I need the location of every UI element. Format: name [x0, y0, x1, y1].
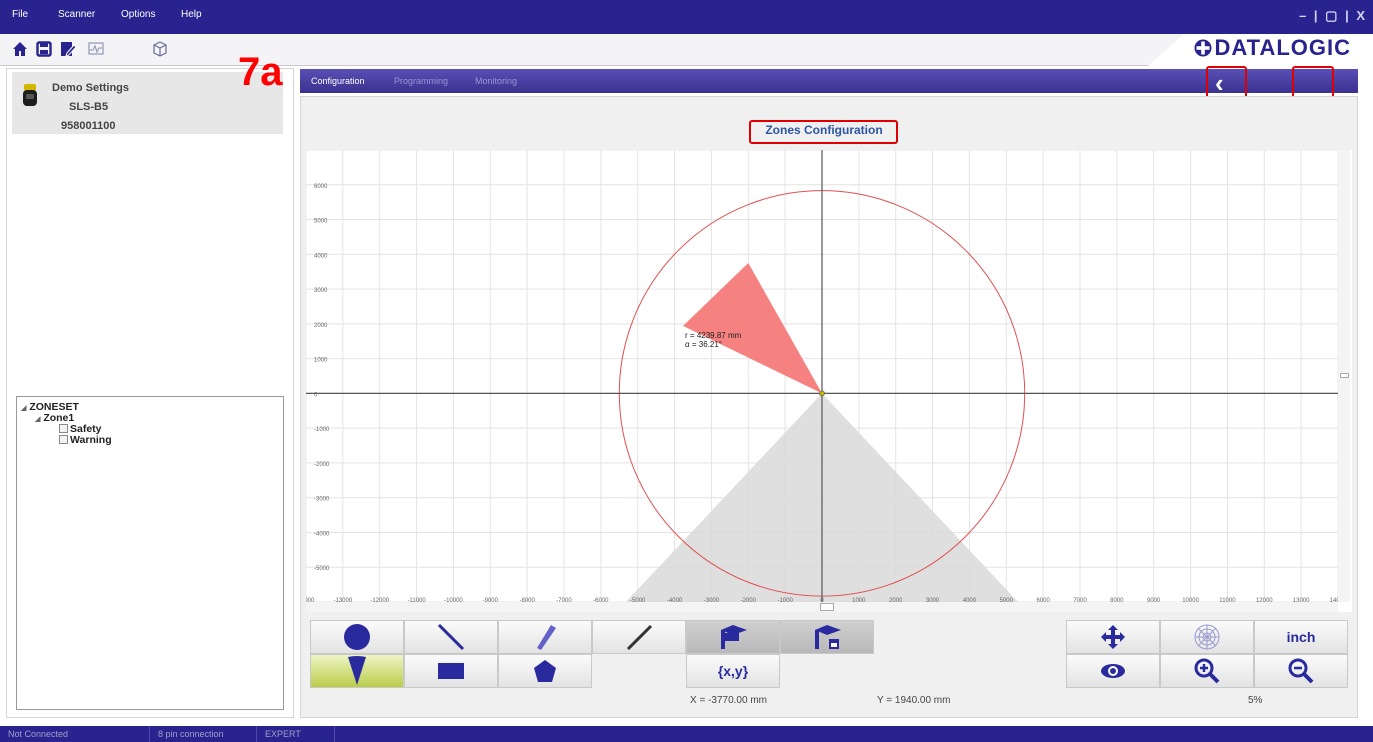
- web-grid-tool-button[interactable]: [1160, 620, 1254, 654]
- menu-help[interactable]: Help: [181, 9, 202, 20]
- pencil-tool-button[interactable]: [498, 620, 592, 654]
- device-model: SLS-B5: [69, 101, 109, 113]
- y-tick-label: 6000: [314, 184, 328, 190]
- flag-tool-button[interactable]: [686, 620, 780, 654]
- vertical-scrollbar[interactable]: [1338, 150, 1350, 602]
- pin-connection-status: 8 pin connection: [150, 726, 257, 742]
- y-tick-label: -5000: [314, 566, 330, 572]
- menu-scanner[interactable]: Scanner: [58, 9, 95, 20]
- tab-bar: Configuration Programming Monitoring: [300, 69, 1358, 93]
- y-tick-label: -4000: [314, 531, 330, 537]
- move-tool-button[interactable]: [1066, 620, 1160, 654]
- home-icon[interactable]: [10, 39, 30, 59]
- coordinates-tool-button[interactable]: {x,y}: [686, 654, 780, 688]
- y-tick-label: -2000: [314, 462, 330, 468]
- zones-configuration-title: Zones Configuration: [765, 123, 883, 137]
- save-icon[interactable]: [34, 39, 54, 59]
- vertical-scroll-thumb[interactable]: [1340, 373, 1349, 378]
- step-annotation-7a: 7a: [238, 50, 283, 94]
- sector-measure-label: r = 4239.87 mm: [685, 331, 742, 340]
- spider-web-icon: [1194, 624, 1220, 650]
- menu-bar: File Scanner Options Help – | ▢ | X: [0, 0, 1373, 34]
- inch-units-label: inch: [1286, 629, 1316, 645]
- zoom-level-readout: 5%: [1248, 695, 1263, 706]
- monitor-graph-icon[interactable]: [86, 39, 106, 59]
- flag-save-tool-button[interactable]: [780, 620, 874, 654]
- y-tick-label: 4000: [314, 253, 328, 259]
- zoom-in-icon: [1194, 658, 1220, 684]
- collapse-triangle-icon: ◢: [21, 405, 27, 412]
- cube-icon[interactable]: [150, 39, 170, 59]
- eye-icon: [1101, 664, 1125, 678]
- y-tick-label: -3000: [314, 497, 330, 503]
- connection-status: Not Connected: [0, 726, 150, 742]
- y-coordinate-readout: Y = 1940.00 mm: [877, 695, 951, 706]
- device-name: Demo Settings: [52, 82, 130, 94]
- edit-document-icon[interactable]: [58, 39, 78, 59]
- scanner-device-icon: [23, 84, 37, 106]
- x-coordinate-readout: X = -3770.00 mm: [690, 695, 767, 706]
- y-tick-label: 1000: [314, 358, 328, 364]
- safety-zone-sector: [683, 263, 822, 394]
- inch-units-button[interactable]: inch: [1254, 620, 1348, 654]
- move-arrows-icon: [1101, 625, 1125, 649]
- horizontal-scrollbar[interactable]: [306, 602, 1338, 612]
- back-icon[interactable]: ‹: [1215, 70, 1224, 96]
- zoom-out-button[interactable]: [1254, 654, 1348, 688]
- horizontal-scroll-thumb[interactable]: [820, 603, 834, 611]
- flag-tool-icon: [721, 625, 747, 649]
- line-tool-button[interactable]: [404, 620, 498, 654]
- device-serial: 958001100: [61, 120, 116, 132]
- menu-options[interactable]: Options: [121, 9, 155, 20]
- y-tick-label: 5000: [314, 219, 328, 225]
- rectangle-tool-button[interactable]: [404, 654, 498, 688]
- zones-chart[interactable]: 6000 5000 4000 3000 2000 1000 0 -1000 -2000 -3000…: [298, 149, 1352, 612]
- flag-save-tool-icon: [815, 625, 841, 649]
- collapse-triangle-icon: ◢: [35, 416, 41, 423]
- line-tool-icon: [437, 623, 465, 651]
- tab-monitoring[interactable]: Monitoring: [475, 76, 517, 86]
- tab-programming[interactable]: Programming: [394, 76, 448, 86]
- polygon-tool-button[interactable]: [498, 654, 592, 688]
- safety-checkbox[interactable]: [59, 424, 68, 433]
- menu-file[interactable]: File: [12, 9, 28, 20]
- warning-checkbox[interactable]: [59, 435, 68, 444]
- tree-node-label: Warning: [70, 434, 112, 446]
- view-tool-button[interactable]: [1066, 654, 1160, 688]
- circle-tool-icon: [344, 624, 370, 650]
- tree-node-warning[interactable]: Warning: [59, 434, 112, 446]
- sector-tool-button[interactable]: [310, 654, 404, 688]
- logo-text: DATALOGIC: [1214, 35, 1351, 60]
- segment-tool-button[interactable]: [592, 620, 686, 654]
- scanner-origin-point: [819, 390, 825, 397]
- y-tick-label: -1000: [314, 427, 330, 433]
- zoom-in-button[interactable]: [1160, 654, 1254, 688]
- coordinates-label: {x,y}: [717, 663, 749, 679]
- sector-tool-icon: [348, 656, 366, 685]
- zones-chart-svg[interactable]: 6000500040003000200010000-1000-2000-3000…: [298, 149, 1352, 612]
- y-tick-label: 3000: [314, 288, 328, 294]
- y-tick-label: 2000: [314, 323, 328, 329]
- tab-configuration[interactable]: Configuration: [311, 76, 365, 86]
- forward-highlight-box[interactable]: [1292, 66, 1334, 99]
- segment-tool-icon: [626, 624, 653, 651]
- rectangle-tool-icon: [438, 663, 464, 679]
- zoom-out-icon: [1288, 658, 1314, 684]
- access-level-status: EXPERT: [257, 726, 335, 742]
- datalogic-logo: DATALOGIC: [1193, 35, 1352, 61]
- polygon-tool-icon: [534, 660, 556, 682]
- back-highlight-box: [1206, 66, 1247, 99]
- window-controls[interactable]: – | ▢ | X: [1299, 8, 1367, 24]
- status-bar: Not Connected 8 pin connection EXPERT: [0, 726, 1373, 742]
- sector-measure-label: α = 36.21°: [685, 340, 722, 349]
- zoneset-tree: ◢ ZONESET ◢ Zone1 Safety Warning: [16, 396, 284, 710]
- pencil-tool-icon: [537, 625, 556, 650]
- circle-tool-button[interactable]: [310, 620, 404, 654]
